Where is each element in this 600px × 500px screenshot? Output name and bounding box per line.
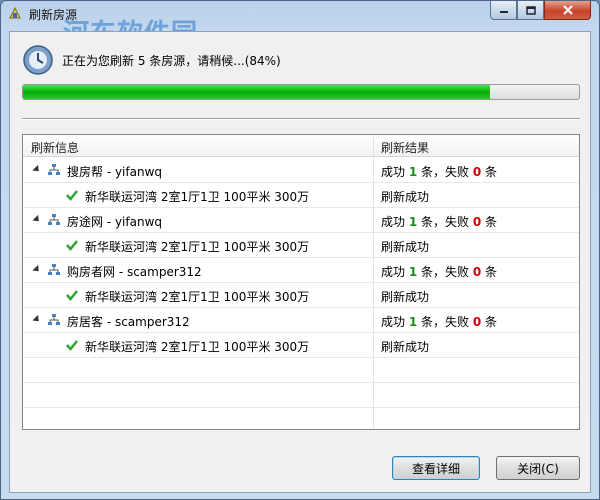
result-prefix: 成功 — [381, 165, 409, 179]
network-icon — [48, 214, 60, 225]
site-name: 搜房帮 - yifanwq — [67, 165, 163, 179]
refresh-dialog-window: 刷新房源 河东软件园 正在为您刷新 5 条房源，请稍候...(84%) 刷新信息… — [0, 0, 600, 500]
progress-fill — [23, 85, 491, 99]
maximize-icon — [525, 5, 536, 15]
listing-text: 新华联运河湾 2室1厅1卫 100平米 300万 — [85, 290, 310, 304]
network-icon — [48, 264, 60, 275]
site-result: 成功 1 条，失败 0 条 — [381, 213, 497, 230]
check-icon — [66, 340, 78, 351]
expand-toggle-icon[interactable] — [32, 164, 42, 175]
app-icon — [9, 6, 21, 19]
fail-count: 0 — [472, 165, 482, 179]
site-row[interactable]: 搜房帮 - yifanwq 成功 1 条，失败 0 条 — [23, 158, 579, 183]
site-name: 房途网 - yifanwq — [67, 215, 163, 229]
network-icon — [48, 314, 60, 325]
result-prefix: 成功 — [381, 315, 409, 329]
expand-toggle-icon[interactable] — [32, 214, 42, 225]
listing-row[interactable]: 新华联运河湾 2室1厅1卫 100平米 300万 刷新成功 — [23, 283, 579, 308]
listing-text: 新华联运河湾 2室1厅1卫 100平米 300万 — [85, 240, 310, 254]
maximize-button[interactable] — [517, 1, 544, 20]
site-result: 成功 1 条，失败 0 条 — [381, 163, 497, 180]
view-details-button[interactable]: 查看详细 — [392, 456, 480, 480]
close-button[interactable]: 关闭(C) — [496, 456, 580, 480]
result-prefix: 成功 — [381, 265, 409, 279]
result-suffix: 条 — [481, 165, 498, 179]
refresh-result-list[interactable]: 刷新信息 刷新结果 搜房帮 - yifanwq 成功 1 条，失败 0 条 新华… — [22, 134, 580, 430]
listing-result: 刷新成功 — [381, 190, 430, 204]
site-row[interactable]: 房途网 - yifanwq 成功 1 条，失败 0 条 — [23, 208, 579, 233]
listing-result: 刷新成功 — [381, 340, 430, 354]
success-count: 1 — [408, 315, 418, 329]
check-icon — [66, 240, 78, 251]
close-window-button[interactable] — [544, 1, 591, 20]
result-mid: 条，失败 — [417, 315, 473, 329]
site-name: 房居客 - scamper312 — [67, 315, 190, 329]
list-header: 刷新信息 刷新结果 — [23, 135, 579, 157]
fail-count: 0 — [472, 265, 482, 279]
fail-count: 0 — [472, 315, 482, 329]
result-suffix: 条 — [481, 315, 498, 329]
column-header-result[interactable]: 刷新结果 — [381, 139, 429, 156]
site-row[interactable]: 购房者网 - scamper312 成功 1 条，失败 0 条 — [23, 258, 579, 283]
result-mid: 条，失败 — [417, 265, 473, 279]
listing-text: 新华联运河湾 2室1厅1卫 100平米 300万 — [85, 340, 310, 354]
check-icon — [66, 290, 78, 301]
listing-result: 刷新成功 — [381, 240, 430, 254]
result-suffix: 条 — [481, 215, 498, 229]
site-result: 成功 1 条，失败 0 条 — [381, 263, 497, 280]
listing-result: 刷新成功 — [381, 290, 430, 304]
result-mid: 条，失败 — [417, 215, 473, 229]
separator-line — [22, 118, 580, 120]
result-suffix: 条 — [481, 265, 498, 279]
site-row[interactable]: 房居客 - scamper312 成功 1 条，失败 0 条 — [23, 308, 579, 333]
minimize-button[interactable] — [490, 1, 517, 20]
refresh-status-icon — [23, 45, 53, 75]
expand-toggle-icon[interactable] — [32, 314, 42, 325]
expand-toggle-icon[interactable] — [32, 264, 42, 275]
progress-bar — [22, 84, 580, 100]
title-bar[interactable]: 刷新房源 河东软件园 — [1, 1, 599, 49]
status-message: 正在为您刷新 5 条房源，请稍候...(84%) — [62, 54, 281, 68]
site-name: 购房者网 - scamper312 — [67, 265, 202, 279]
listing-row[interactable]: 新华联运河湾 2室1厅1卫 100平米 300万 刷新成功 — [23, 333, 579, 358]
listing-row[interactable]: 新华联运河湾 2室1厅1卫 100平米 300万 刷新成功 — [23, 183, 579, 208]
result-prefix: 成功 — [381, 215, 409, 229]
listing-text: 新华联运河湾 2室1厅1卫 100平米 300万 — [85, 190, 310, 204]
close-icon — [562, 5, 573, 15]
success-count: 1 — [408, 265, 418, 279]
empty-row — [23, 358, 579, 383]
result-mid: 条，失败 — [417, 165, 473, 179]
success-count: 1 — [408, 165, 418, 179]
fail-count: 0 — [472, 215, 482, 229]
listing-row[interactable]: 新华联运河湾 2室1厅1卫 100平米 300万 刷新成功 — [23, 233, 579, 258]
success-count: 1 — [408, 215, 418, 229]
dialog-content: 正在为您刷新 5 条房源，请稍候...(84%) 刷新信息 刷新结果 搜房帮 -… — [9, 31, 591, 493]
check-icon — [66, 190, 78, 201]
empty-row — [23, 383, 579, 408]
column-header-info[interactable]: 刷新信息 — [31, 139, 79, 156]
network-icon — [48, 164, 60, 175]
minimize-icon — [499, 11, 508, 13]
site-result: 成功 1 条，失败 0 条 — [381, 313, 497, 330]
